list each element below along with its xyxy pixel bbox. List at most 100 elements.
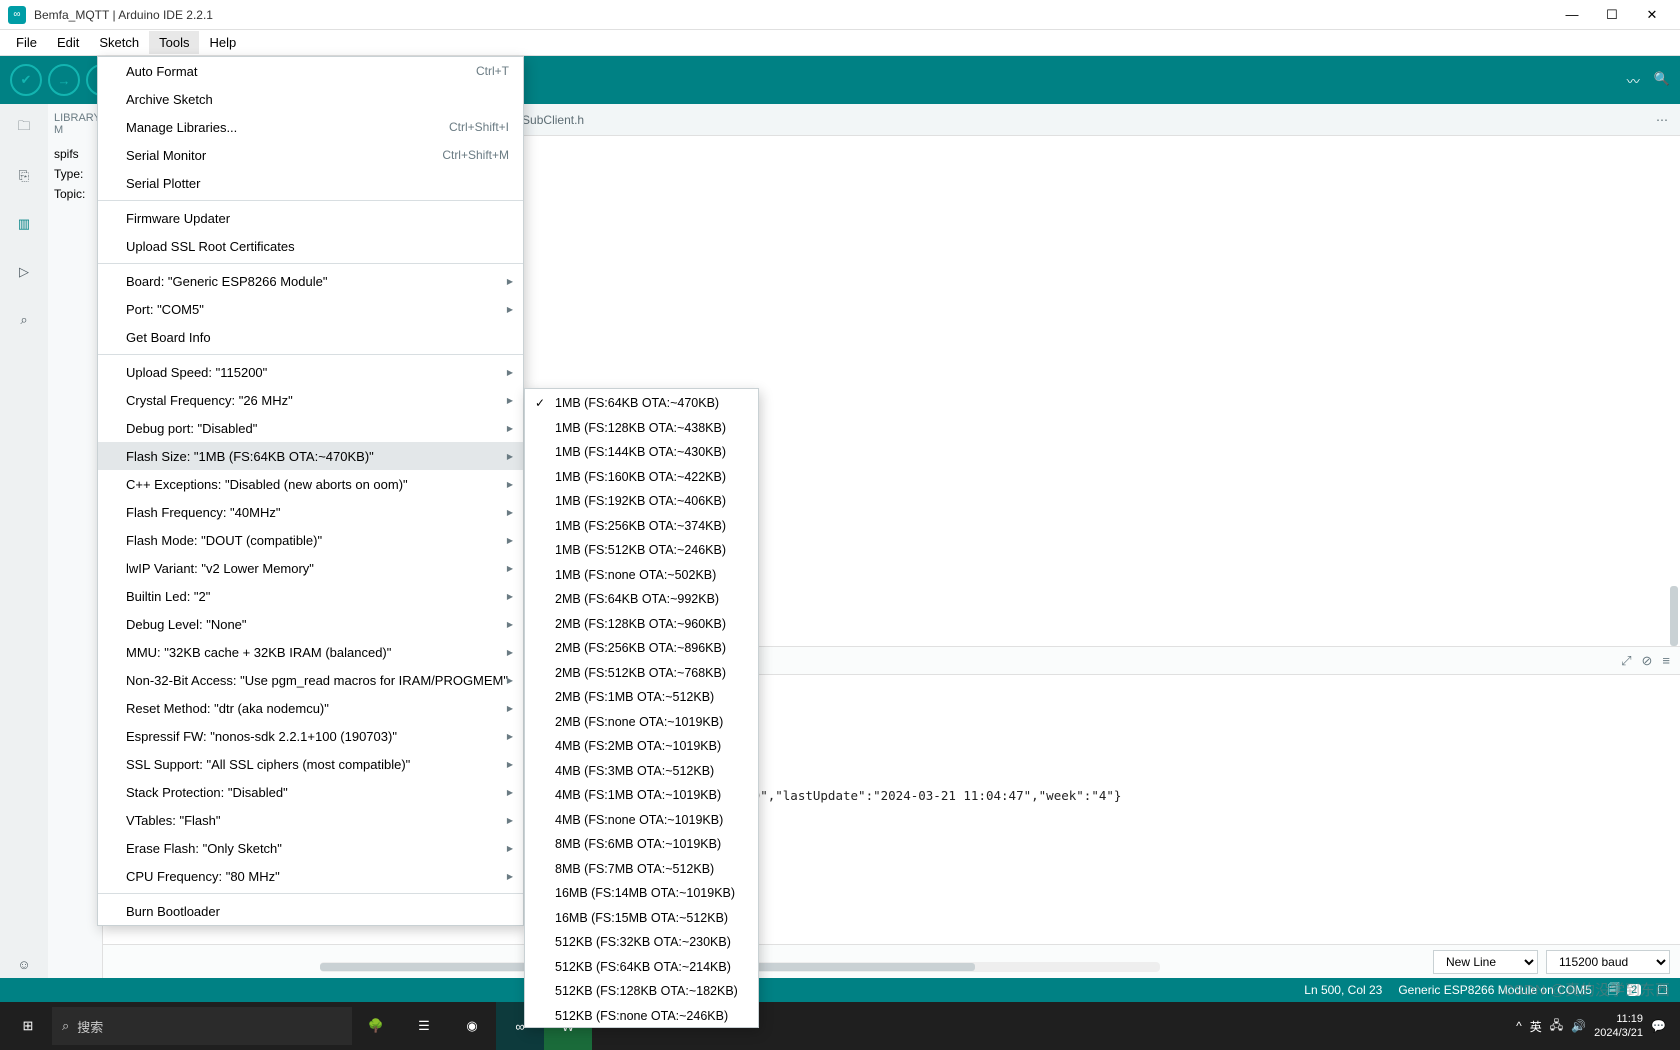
tools-menu-item[interactable]: Stack Protection: "Disabled" xyxy=(98,778,523,806)
tray-notifications-icon[interactable]: 💬 xyxy=(1651,1019,1666,1033)
flash-size-option[interactable]: 1MB (FS:144KB OTA:~430KB) xyxy=(525,440,758,465)
flash-size-option[interactable]: 1MB (FS:512KB OTA:~246KB) xyxy=(525,538,758,563)
flash-size-option[interactable]: 4MB (FS:1MB OTA:~1019KB) xyxy=(525,783,758,808)
tools-menu-item[interactable]: Firmware Updater xyxy=(98,204,523,232)
tools-menu-item[interactable]: SSL Support: "All SSL ciphers (most comp… xyxy=(98,750,523,778)
flash-size-option[interactable]: 4MB (FS:3MB OTA:~512KB) xyxy=(525,759,758,784)
tools-menu-item[interactable]: Debug port: "Disabled" xyxy=(98,414,523,442)
flash-size-option[interactable]: 512KB (FS:none OTA:~246KB) xyxy=(525,1004,758,1029)
flash-size-option[interactable]: 4MB (FS:none OTA:~1019KB) xyxy=(525,808,758,833)
taskbar-chrome[interactable]: ◉ xyxy=(448,1002,496,1050)
library-manager-icon[interactable]: ▥ xyxy=(10,210,38,238)
taskbar-search[interactable]: ⌕ 搜索 xyxy=(52,1007,352,1045)
vertical-scrollbar[interactable] xyxy=(1668,136,1680,978)
flash-size-option[interactable]: 512KB (FS:32KB OTA:~230KB) xyxy=(525,930,758,955)
tray-ime-icon[interactable]: 英 xyxy=(1530,1018,1542,1035)
menu-sketch[interactable]: Sketch xyxy=(89,31,149,54)
flash-size-option[interactable]: 1MB (FS:160KB OTA:~422KB) xyxy=(525,465,758,490)
upload-button[interactable]: → xyxy=(48,64,80,96)
tools-menu-item[interactable]: lwIP Variant: "v2 Lower Memory" xyxy=(98,554,523,582)
task-view-icon[interactable]: ☰ xyxy=(400,1002,448,1050)
taskbar-clock[interactable]: 11:19 2024/3/21 xyxy=(1594,1012,1643,1040)
tools-menu-item[interactable]: Reset Method: "dtr (aka nodemcu)" xyxy=(98,694,523,722)
boards-manager-icon[interactable]: ⎘ xyxy=(10,162,38,190)
tray-network-icon[interactable]: 🖧 xyxy=(1550,1016,1563,1037)
tools-menu-item[interactable]: VTables: "Flash" xyxy=(98,806,523,834)
flash-size-option[interactable]: 2MB (FS:64KB OTA:~992KB) xyxy=(525,587,758,612)
verify-button[interactable]: ✔ xyxy=(10,64,42,96)
flash-size-option[interactable]: 2MB (FS:512KB OTA:~768KB) xyxy=(525,661,758,686)
flash-size-option[interactable]: 2MB (FS:1MB OTA:~512KB) xyxy=(525,685,758,710)
flash-size-option[interactable]: 1MB (FS:192KB OTA:~406KB) xyxy=(525,489,758,514)
tools-menu-item[interactable]: Non-32-Bit Access: "Use pgm_read macros … xyxy=(98,666,523,694)
account-icon[interactable]: ☺ xyxy=(10,950,38,978)
start-button[interactable]: ⊞ xyxy=(4,1002,52,1050)
tray-volume-icon[interactable]: 🔊 xyxy=(1571,1019,1586,1033)
sketchbook-icon[interactable]: 🗀 xyxy=(10,114,38,142)
flash-size-option[interactable]: 8MB (FS:7MB OTA:~512KB) xyxy=(525,857,758,882)
side-panel-type[interactable]: Type: xyxy=(54,164,96,184)
serial-monitor-icon[interactable]: 🔍 xyxy=(1654,71,1670,90)
tools-menu-item[interactable]: Builtin Led: "2" xyxy=(98,582,523,610)
flash-size-option[interactable]: 16MB (FS:14MB OTA:~1019KB) xyxy=(525,881,758,906)
flash-size-option[interactable]: 1MB (FS:128KB OTA:~438KB) xyxy=(525,416,758,441)
tools-menu-item[interactable]: Serial MonitorCtrl+Shift+M xyxy=(98,141,523,169)
baud-select[interactable]: 115200 baud xyxy=(1546,950,1670,974)
tools-menu-item[interactable]: Crystal Frequency: "26 MHz" xyxy=(98,386,523,414)
tools-menu-item[interactable]: Port: "COM5" xyxy=(98,295,523,323)
menu-file[interactable]: File xyxy=(6,31,47,54)
tools-menu-item[interactable]: Flash Mode: "DOUT (compatible)" xyxy=(98,526,523,554)
status-close-icon[interactable]: ☐ xyxy=(1657,983,1668,997)
tools-menu-item[interactable]: Flash Size: "1MB (FS:64KB OTA:~470KB)" xyxy=(98,442,523,470)
flash-size-option[interactable]: 1MB (FS:256KB OTA:~374KB) xyxy=(525,514,758,539)
tools-menu-item[interactable]: Debug Level: "None" xyxy=(98,610,523,638)
tools-menu-item[interactable]: Serial Plotter xyxy=(98,169,523,197)
flash-size-option[interactable]: 512KB (FS:128KB OTA:~182KB) xyxy=(525,979,758,1004)
menu-tools[interactable]: Tools xyxy=(149,31,199,54)
tools-menu-item[interactable]: Get Board Info xyxy=(98,323,523,351)
serial-expand-icon[interactable]: ⤢ xyxy=(1621,653,1631,669)
tray-chevron-icon[interactable]: ^ xyxy=(1516,1019,1522,1033)
flash-size-option[interactable]: 2MB (FS:none OTA:~1019KB) xyxy=(525,710,758,735)
flash-size-option[interactable]: 4MB (FS:2MB OTA:~1019KB) xyxy=(525,734,758,759)
status-board[interactable]: Generic ESP8266 Module on COM5 xyxy=(1398,983,1591,997)
tools-menu-item[interactable]: Flash Frequency: "40MHz" xyxy=(98,498,523,526)
status-notifications[interactable]: 🗐 2 xyxy=(1608,980,1641,1001)
maximize-button[interactable]: ☐ xyxy=(1592,0,1632,30)
line-ending-select[interactable]: New Line xyxy=(1433,950,1538,974)
search-icon[interactable]: ⌕ xyxy=(10,306,38,334)
tools-menu-item[interactable]: Upload Speed: "115200" xyxy=(98,358,523,386)
tools-menu-item[interactable]: Archive Sketch xyxy=(98,85,523,113)
tools-menu-item[interactable]: Board: "Generic ESP8266 Module" xyxy=(98,267,523,295)
tabs-overflow[interactable]: ⋯ xyxy=(1644,113,1680,127)
side-panel-search[interactable]: spifs xyxy=(54,144,96,164)
menu-item-label: Reset Method: "dtr (aka nodemcu)" xyxy=(126,701,329,716)
side-panel-topic[interactable]: Topic: xyxy=(54,184,96,204)
tools-menu-item[interactable]: Espressif FW: "nonos-sdk 2.2.1+100 (1907… xyxy=(98,722,523,750)
menu-help[interactable]: Help xyxy=(199,31,246,54)
taskbar-app-1[interactable]: 🌳 xyxy=(352,1002,400,1050)
tools-menu-item[interactable]: MMU: "32KB cache + 32KB IRAM (balanced)" xyxy=(98,638,523,666)
tools-menu-item[interactable]: Manage Libraries...Ctrl+Shift+I xyxy=(98,113,523,141)
tools-menu-item[interactable]: Auto FormatCtrl+T xyxy=(98,57,523,85)
debug-icon[interactable]: ▷ xyxy=(10,258,38,286)
tools-menu-item[interactable]: Burn Bootloader xyxy=(98,897,523,925)
flash-size-option[interactable]: 2MB (FS:128KB OTA:~960KB) xyxy=(525,612,758,637)
tools-menu-item[interactable]: Erase Flash: "Only Sketch" xyxy=(98,834,523,862)
close-button[interactable]: ✕ xyxy=(1632,0,1672,30)
flash-size-option[interactable]: 512KB (FS:64KB OTA:~214KB) xyxy=(525,955,758,980)
menu-edit[interactable]: Edit xyxy=(47,31,89,54)
flash-size-option[interactable]: 16MB (FS:15MB OTA:~512KB) xyxy=(525,906,758,931)
minimize-button[interactable]: — xyxy=(1552,0,1592,30)
flash-size-option[interactable]: 2MB (FS:256KB OTA:~896KB) xyxy=(525,636,758,661)
flash-size-option[interactable]: 8MB (FS:6MB OTA:~1019KB) xyxy=(525,832,758,857)
system-tray[interactable]: ^ 英 🖧 🔊 11:19 2024/3/21 💬 xyxy=(1516,1012,1676,1040)
tools-menu-item[interactable]: Upload SSL Root Certificates xyxy=(98,232,523,260)
tools-menu-item[interactable]: C++ Exceptions: "Disabled (new aborts on… xyxy=(98,470,523,498)
flash-size-option[interactable]: 1MB (FS:64KB OTA:~470KB) xyxy=(525,391,758,416)
flash-size-option[interactable]: 1MB (FS:none OTA:~502KB) xyxy=(525,563,758,588)
menu-item-shortcut: Ctrl+T xyxy=(476,64,509,78)
serial-plotter-icon[interactable]: 〰 xyxy=(1627,71,1640,90)
serial-clear-icon[interactable]: ⊘ xyxy=(1642,653,1653,669)
tools-menu-item[interactable]: CPU Frequency: "80 MHz" xyxy=(98,862,523,890)
